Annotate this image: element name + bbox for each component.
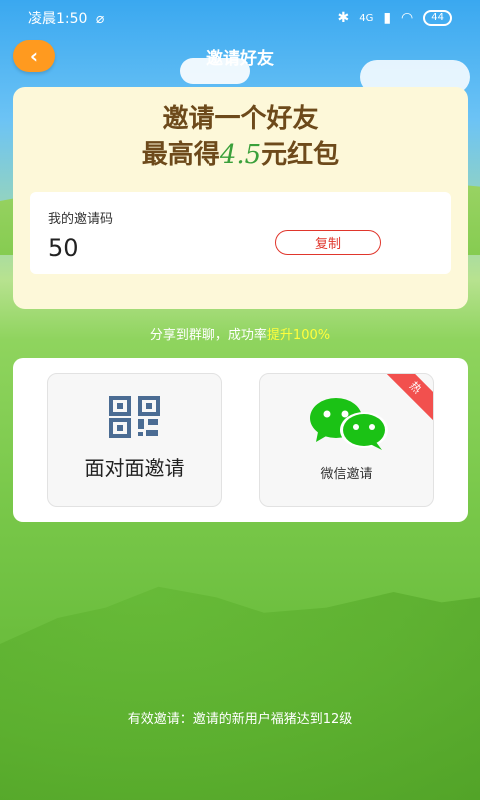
face-to-face-invite-button[interactable]: 面对面邀请 [47, 373, 222, 507]
invite-rule-text: 有效邀请：邀请的新用户福猪达到12级 [127, 712, 353, 727]
reward-suffix: 元红包 [261, 140, 340, 170]
network-label: 4G [359, 12, 374, 24]
face-to-face-label: 面对面邀请 [84, 456, 185, 480]
signal-icon: ▮ [383, 10, 392, 26]
share-tip-text: 分享到群聊，成功率 [149, 328, 267, 343]
invite-code-box: 我的邀请码 50 复制 [30, 192, 451, 274]
wifi-icon: ◠ [401, 10, 414, 26]
back-button[interactable]: ‹ [13, 40, 55, 72]
title-bar: ‹ 邀请好友 [0, 38, 480, 74]
invite-headline: 邀请一个好友 [162, 104, 319, 134]
share-options-card: 面对面邀请 热 微信邀请 [13, 358, 468, 522]
status-time: 凌晨1:50 [28, 11, 88, 27]
reward-prefix: 最高得 [141, 140, 220, 170]
bluetooth-icon: ✱ [337, 10, 350, 26]
battery-indicator: 44 [423, 10, 452, 26]
copy-button[interactable]: 复制 [275, 230, 381, 255]
page-title: 邀请好友 [206, 48, 274, 69]
status-bar: 凌晨1:50 ⌀ ✱ 4G ▮ ◠ 44 [0, 0, 480, 36]
invite-code-value: 50 [48, 234, 79, 262]
alarm-off-icon: ⌀ [95, 11, 105, 27]
back-arrow-icon: ‹ [29, 44, 39, 68]
share-tip-highlight: 提升100% [266, 328, 331, 343]
invite-code-label: 我的邀请码 [48, 212, 114, 227]
reward-amount: 4.5 [219, 140, 262, 170]
share-tip: 分享到群聊，成功率提升100% [0, 324, 480, 343]
status-right: ✱ 4G ▮ ◠ 44 [337, 10, 452, 26]
status-left: 凌晨1:50 ⌀ [28, 8, 104, 28]
wechat-invite-label: 微信邀请 [320, 467, 373, 482]
invite-card: 邀请一个好友 最高得4.5元红包 我的邀请码 50 复制 [13, 87, 468, 309]
background-hills [0, 586, 480, 800]
qr-code-icon [109, 396, 160, 438]
reward-headline: 最高得4.5元红包 [13, 137, 468, 173]
wechat-icon [310, 398, 388, 450]
wechat-invite-button[interactable]: 热 微信邀请 [259, 373, 434, 507]
